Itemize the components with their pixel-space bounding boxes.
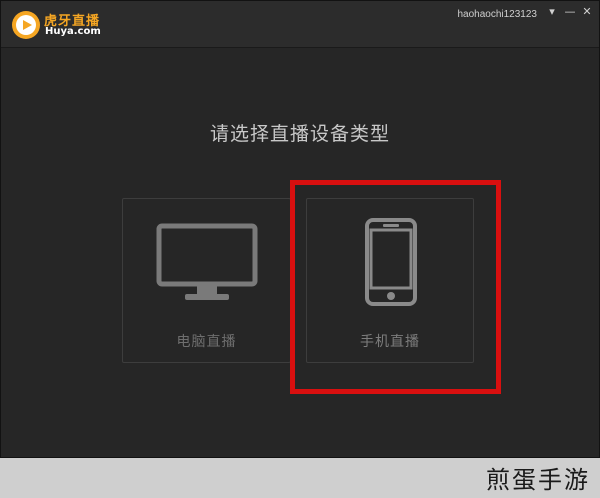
monitor-icon: [156, 223, 258, 300]
smartphone-icon: [365, 218, 417, 306]
huya-logo-icon: [12, 11, 40, 39]
titlebar: 虎牙直播 Huya.com haohaochi123123 ▾ — ✕: [1, 1, 599, 48]
option-mobile-live[interactable]: 手机直播: [306, 198, 474, 363]
username-label[interactable]: haohaochi123123: [457, 9, 537, 20]
watermark-text: 煎蛋手游: [486, 466, 590, 494]
option-pc-label: 电脑直播: [176, 334, 237, 350]
option-mobile-label: 手机直播: [360, 334, 420, 350]
chevron-down-icon[interactable]: ▾: [545, 5, 559, 19]
option-pc-live[interactable]: 电脑直播: [122, 198, 291, 363]
app-window: 虎牙直播 Huya.com haohaochi123123 ▾ — ✕ 请选择直…: [0, 0, 600, 458]
close-icon[interactable]: ✕: [580, 5, 594, 19]
logo-text-en: Huya.com: [45, 26, 101, 37]
minimize-icon[interactable]: —: [563, 5, 577, 19]
device-type-prompt: 请选择直播设备类型: [209, 123, 390, 145]
huya-logo: 虎牙直播 Huya.com: [11, 10, 107, 40]
